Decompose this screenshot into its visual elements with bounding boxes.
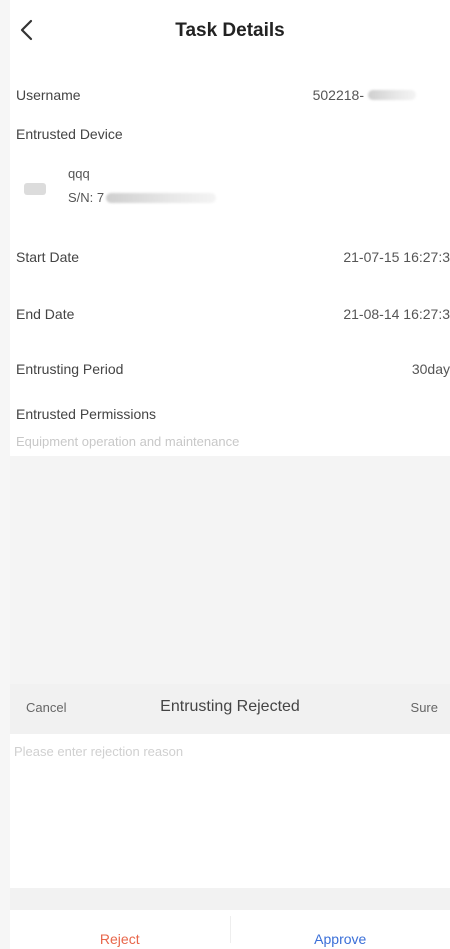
start-date-label: Start Date (16, 249, 80, 265)
period-value: 30day (411, 361, 450, 377)
end-date-label: End Date (16, 306, 75, 322)
end-date-value: 21-08-14 16:27:3 (343, 306, 450, 322)
device-sn-wrap: S/N: 7 (68, 190, 217, 205)
username-value-wrap: 502218- (313, 87, 416, 103)
nav-header: Task Details (10, 0, 450, 62)
task-details-page: Task Details Username 502218- Entrusted … (10, 0, 450, 949)
page-title: Task Details (175, 20, 285, 41)
username-label: Username (16, 87, 81, 103)
rejection-reason-input[interactable] (10, 734, 450, 888)
reject-sheet-header: Cancel Entrusting Rejected Sure (10, 684, 450, 734)
sure-button[interactable]: Sure (411, 700, 438, 715)
period-row: Entrusting Period 30day (16, 361, 450, 377)
device-icon (24, 183, 46, 195)
action-footer: Reject Approve (10, 910, 450, 949)
reject-button[interactable]: Reject (10, 910, 230, 949)
permissions-label: Entrusted Permissions (16, 406, 157, 422)
device-label: Entrusted Device (16, 126, 123, 142)
device-sn-redaction (106, 192, 217, 203)
end-date-row: End Date 21-08-14 16:27:3 (16, 306, 450, 322)
chevron-left-icon[interactable] (16, 16, 40, 44)
sheet-bottom-strip (10, 888, 450, 910)
device-name: qqq (68, 166, 90, 181)
modal-backdrop[interactable] (10, 456, 450, 684)
permissions-value: Equipment operation and maintenance (16, 434, 240, 449)
permissions-row: Entrusted Permissions (16, 406, 450, 422)
device-sn: S/N: 7 (68, 190, 105, 205)
period-label: Entrusting Period (16, 361, 124, 377)
screen: Task Details Username 502218- Entrusted … (0, 0, 450, 949)
reject-sheet-title: Entrusting Rejected (160, 698, 300, 715)
username-row: Username 502218- (16, 87, 450, 103)
username-value: 502218- (312, 87, 364, 103)
username-redaction (368, 90, 416, 100)
start-date-value: 21-07-15 16:27:3 (343, 249, 450, 265)
start-date-row: Start Date 21-07-15 16:27:3 (16, 249, 450, 265)
device-row: Entrusted Device (16, 126, 450, 142)
approve-button[interactable]: Approve (231, 910, 450, 949)
